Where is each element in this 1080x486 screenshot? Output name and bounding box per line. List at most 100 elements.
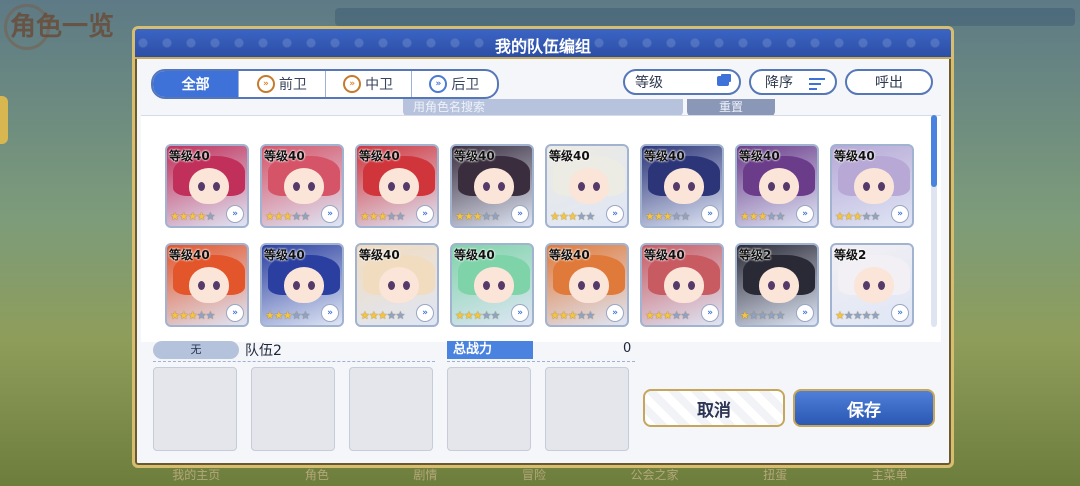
character-card[interactable]: 等级40 ★★★★★» (260, 144, 344, 228)
eye (388, 182, 395, 191)
star-filled-icon: ★ (377, 309, 388, 322)
tab-rearguard-label: 后卫 (451, 77, 480, 93)
team-status-badge: 无 (153, 341, 239, 359)
star-rating: ★★★★★ (265, 210, 310, 223)
team-slot-5[interactable] (545, 367, 629, 451)
star-filled-icon: ★ (653, 210, 664, 223)
eye (863, 182, 870, 191)
character-card[interactable]: 等级40 ★★★★★» (830, 144, 914, 228)
star-empty-icon: ★ (576, 210, 587, 223)
eye (768, 182, 775, 191)
character-card[interactable]: 等级40 ★★★★★» (640, 243, 724, 327)
star-filled-icon: ★ (558, 309, 569, 322)
call-button[interactable]: 呼出 (845, 69, 933, 95)
position-icon: » (701, 205, 719, 223)
character-portrait (759, 267, 799, 303)
team-slot-1[interactable] (153, 367, 237, 451)
order-button[interactable]: 降序 (749, 69, 837, 95)
eye (673, 281, 680, 290)
character-card[interactable]: 等级2 ★★★★★» (830, 243, 914, 327)
eye (878, 281, 885, 290)
star-filled-icon: ★ (567, 309, 578, 322)
star-empty-icon: ★ (576, 309, 587, 322)
character-card[interactable]: 等级40 ★★★★★» (355, 243, 439, 327)
tab-midguard-label: 中卫 (365, 77, 394, 93)
character-card[interactable]: 等级2 ★★★★★» (735, 243, 819, 327)
character-portrait (189, 168, 229, 204)
star-empty-icon: ★ (386, 210, 397, 223)
character-card[interactable]: 等级40 ★★★★★» (355, 144, 439, 228)
star-empty-icon: ★ (205, 210, 216, 223)
dialog-title-bar: 我的队伍编组 (135, 29, 951, 59)
tab-all[interactable]: 全部 (153, 71, 240, 97)
scrollbar-thumb[interactable] (931, 115, 937, 187)
position-icon: » (606, 304, 624, 322)
star-empty-icon: ★ (861, 309, 872, 322)
eye (783, 281, 790, 290)
character-level: 等级40 (549, 248, 590, 262)
position-icon: » (226, 205, 244, 223)
star-rating: ★★★★★ (550, 210, 595, 223)
character-portrait (759, 168, 799, 204)
star-empty-icon: ★ (395, 309, 406, 322)
star-rating: ★★★★★ (360, 210, 405, 223)
character-card[interactable]: 等级40 ★★★★★» (545, 243, 629, 327)
star-rating: ★★★★★ (835, 210, 880, 223)
side-handle[interactable] (0, 96, 8, 144)
character-level: 等级40 (454, 149, 495, 163)
team-slot-4[interactable] (447, 367, 531, 451)
position-icon: » (416, 304, 434, 322)
team-name[interactable]: 队伍2 (245, 340, 282, 360)
star-filled-icon: ★ (178, 210, 189, 223)
eye (213, 182, 220, 191)
character-card[interactable]: 等级40 ★★★★★» (450, 243, 534, 327)
character-card[interactable]: 等级40 ★★★★★» (165, 243, 249, 327)
tab-vanguard-label: 前卫 (278, 77, 307, 93)
background-nav-item: 剧情 (413, 467, 438, 482)
character-card[interactable]: 等级40 ★★★★★» (545, 144, 629, 228)
star-filled-icon: ★ (273, 309, 284, 322)
character-portrait (284, 267, 324, 303)
character-card[interactable]: 等级40 ★★★★★» (260, 243, 344, 327)
position-icon: » (701, 304, 719, 322)
cancel-button[interactable]: 取消 (643, 389, 785, 427)
position-icon: » (891, 304, 909, 322)
character-card[interactable]: 等级40 ★★★★★» (640, 144, 724, 228)
eye (403, 182, 410, 191)
star-filled-icon: ★ (472, 210, 483, 223)
character-level: 等级40 (739, 149, 780, 163)
character-card[interactable]: 等级40 ★★★★★» (165, 144, 249, 228)
character-level: 等级40 (644, 248, 685, 262)
star-empty-icon: ★ (757, 309, 768, 322)
grid-scrollbar[interactable] (931, 115, 937, 327)
order-label: 降序 (765, 75, 793, 91)
star-filled-icon: ★ (170, 210, 180, 223)
star-filled-icon: ★ (645, 309, 655, 322)
team-slot-2[interactable] (251, 367, 335, 451)
character-portrait (854, 168, 894, 204)
character-portrait (569, 267, 609, 303)
eye (483, 281, 490, 290)
background-nav-item: 我的主页 (172, 467, 221, 482)
eye (483, 182, 490, 191)
divider (447, 361, 635, 362)
tab-vanguard[interactable]: » 前卫 (239, 71, 326, 97)
star-filled-icon: ★ (178, 309, 189, 322)
character-card[interactable]: 等级40 ★★★★★» (735, 144, 819, 228)
character-level: 等级40 (264, 149, 305, 163)
star-empty-icon: ★ (481, 309, 492, 322)
level-sort-button[interactable]: 等级 (623, 69, 741, 95)
total-power-label: 总战力 (447, 341, 533, 359)
star-empty-icon: ★ (775, 210, 786, 223)
sort-icon (809, 78, 825, 93)
save-button[interactable]: 保存 (793, 389, 935, 427)
team-edit-dialog: 我的队伍编组 全部 » 前卫 » 中卫 » 后卫 等级 降序 呼出 用角色名搜索 重置… (132, 26, 954, 468)
character-card[interactable]: 等级40 ★★★★★» (450, 144, 534, 228)
team-slot-3[interactable] (349, 367, 433, 451)
star-empty-icon: ★ (490, 309, 501, 322)
eye (198, 182, 205, 191)
eye (293, 281, 300, 290)
eye (593, 182, 600, 191)
tab-midguard[interactable]: » 中卫 (326, 71, 412, 97)
tab-rearguard[interactable]: » 后卫 (412, 71, 497, 97)
